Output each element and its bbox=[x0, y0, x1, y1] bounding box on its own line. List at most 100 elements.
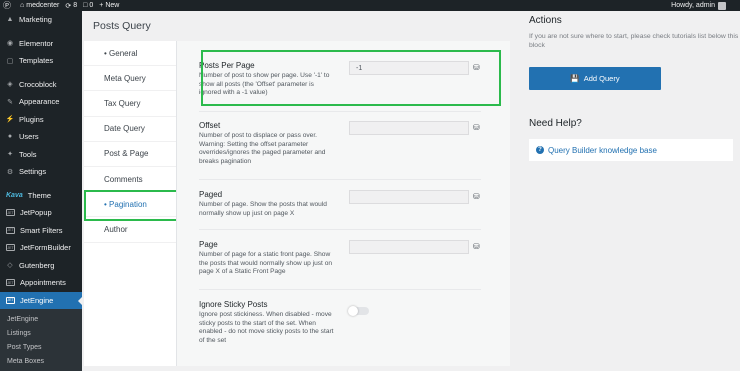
jet-icon: JET bbox=[6, 296, 15, 304]
wrench-icon: ✦ bbox=[7, 151, 13, 159]
greeting: Howdy, admin bbox=[671, 2, 715, 9]
sidebar-item-gutenberg[interactable]: ◇ Gutenberg bbox=[0, 257, 82, 275]
jet-icon: JET bbox=[6, 279, 15, 287]
sidebar-item-label: Users bbox=[19, 132, 39, 142]
field-description: Number of page for a static front page. … bbox=[199, 251, 333, 276]
save-icon: 💾 bbox=[570, 74, 580, 83]
tab-date-query[interactable]: Date Query bbox=[84, 117, 176, 142]
sidebar-item-label: Settings bbox=[19, 167, 47, 177]
database-icon[interactable]: ⛁ bbox=[473, 242, 482, 252]
field-description: Number of post to displace or pass over.… bbox=[199, 132, 326, 165]
crocoblock-icon: ◈ bbox=[7, 81, 13, 89]
home-icon: ⌂ bbox=[20, 2, 25, 9]
tab-general[interactable]: • General bbox=[84, 41, 176, 67]
help-link-label: Query Builder knowledge base bbox=[548, 145, 657, 155]
sidebar-item-jetformbuilder[interactable]: JET JetFormBuilder bbox=[0, 239, 82, 257]
paintbrush-icon: ✎ bbox=[7, 98, 13, 106]
field-description: Number of page. Show the posts that woul… bbox=[199, 201, 327, 217]
sidebar-item-label: JetEngine bbox=[20, 295, 54, 305]
database-icon[interactable]: ⛁ bbox=[473, 123, 482, 133]
sidebar-item-label: Theme bbox=[27, 190, 52, 200]
sidebar-item-tools[interactable]: ✦ Tools bbox=[0, 146, 82, 164]
sidebar-item-label: Elementor bbox=[19, 38, 54, 48]
tab-comments[interactable]: Comments bbox=[84, 167, 176, 193]
add-query-label: Add Query bbox=[583, 74, 620, 83]
sidebar-item-label: Smart Filters bbox=[20, 225, 63, 235]
submenu-item-meta-boxes[interactable]: Meta Boxes bbox=[0, 354, 82, 368]
actions-hint: If you are not sure where to start, plea… bbox=[529, 33, 739, 49]
page-field: Page Number of page for a static front p… bbox=[199, 240, 503, 277]
plug-icon: ⚡ bbox=[5, 116, 15, 124]
sidebar-item-marketing[interactable]: ▲ Marketing bbox=[0, 11, 82, 29]
sidebar-item-appointments[interactable]: JET Appointments bbox=[0, 274, 82, 292]
sidebar-item-crocoblock[interactable]: ◈ Crocoblock bbox=[0, 76, 82, 94]
megaphone-icon: ▲ bbox=[6, 16, 14, 24]
new-label: New bbox=[105, 2, 120, 9]
folder-icon: ▢ bbox=[6, 57, 14, 65]
sidebar-item-templates[interactable]: ▢ Templates bbox=[0, 52, 82, 70]
sidebar-item-label: Tools bbox=[19, 149, 37, 159]
settings-icon: ⚙ bbox=[6, 168, 14, 176]
wordpress-logo-icon[interactable]: Ⓟ bbox=[0, 0, 14, 11]
sidebar-item-label: Appearance bbox=[19, 97, 60, 107]
ignore-sticky-posts-field: Ignore Sticky Posts Ignore post stickine… bbox=[199, 300, 503, 345]
sidebar-item-plugins[interactable]: ⚡ Plugins bbox=[0, 111, 82, 129]
gutenberg-icon: ◇ bbox=[7, 262, 13, 270]
sidebar-item-theme[interactable]: Kava Theme bbox=[0, 187, 82, 205]
offset-input[interactable] bbox=[349, 121, 469, 135]
sidebar-item-appearance[interactable]: ✎ Appearance bbox=[0, 93, 82, 111]
query-panel: • General Meta Query Tax Query Date Quer… bbox=[84, 41, 510, 366]
jet-icon: JET bbox=[6, 209, 15, 217]
offset-field: Offset Number of post to displace or pas… bbox=[199, 121, 503, 166]
question-icon: ? bbox=[536, 146, 544, 154]
tab-post-and-page[interactable]: Post & Page bbox=[84, 142, 176, 167]
sidebar-item-label: Templates bbox=[19, 56, 54, 66]
updates-link[interactable]: ⟳ 8 bbox=[65, 2, 77, 10]
elementor-icon: ◉ bbox=[6, 40, 14, 48]
sidebar-item-label: Marketing bbox=[19, 15, 52, 25]
sidebar-item-users[interactable]: ● Users bbox=[0, 128, 82, 146]
sidebar-item-jetengine[interactable]: JET JetEngine bbox=[0, 291, 83, 309]
database-icon[interactable]: ⛁ bbox=[473, 192, 482, 202]
page-input[interactable] bbox=[349, 240, 469, 254]
user-icon: ● bbox=[7, 133, 13, 141]
tab-tax-query[interactable]: Tax Query bbox=[84, 91, 176, 117]
sidebar-item-label: JetPopup bbox=[20, 208, 52, 218]
sidebar-item-elementor[interactable]: ◉ Elementor bbox=[0, 35, 82, 53]
theme-logo-icon: Kava bbox=[6, 191, 23, 199]
updates-count: 8 bbox=[73, 2, 78, 9]
sidebar-item-label: Plugins bbox=[19, 114, 44, 124]
avatar bbox=[718, 1, 726, 10]
sidebar-item-label: JetFormBuilder bbox=[20, 243, 71, 253]
site-name: medcenter bbox=[26, 2, 60, 9]
add-query-button[interactable]: 💾 Add Query bbox=[529, 67, 661, 90]
ignore-sticky-posts-toggle[interactable] bbox=[348, 306, 369, 316]
site-name-link[interactable]: ⌂ medcenter bbox=[20, 2, 59, 9]
sidebar-item-label: Gutenberg bbox=[19, 260, 55, 270]
jet-icon: JET bbox=[6, 226, 15, 234]
tab-meta-query[interactable]: Meta Query bbox=[84, 66, 176, 92]
help-title: Need Help? bbox=[529, 118, 582, 129]
jetengine-submenu: JetEngine Listings Post Types Meta Boxes bbox=[0, 309, 82, 371]
jet-icon: JET bbox=[6, 244, 15, 252]
paged-input[interactable] bbox=[349, 190, 469, 204]
sidebar-item-settings[interactable]: ⚙ Settings bbox=[0, 163, 82, 181]
tab-author[interactable]: Author bbox=[84, 217, 176, 243]
page-title: Posts Query bbox=[93, 20, 151, 32]
help-link[interactable]: ? Query Builder knowledge base bbox=[529, 139, 733, 161]
account-menu[interactable]: Howdy, admin bbox=[671, 0, 726, 11]
toggle-knob bbox=[348, 306, 358, 316]
new-content-link[interactable]: + New bbox=[99, 2, 119, 9]
comments-link[interactable]: □ 0 bbox=[83, 2, 93, 9]
admin-sidebar: ▲ Marketing ◉ Elementor ▢ Templates ◈ Cr… bbox=[0, 11, 83, 371]
submenu-item-jetengine[interactable]: JetEngine bbox=[0, 312, 82, 326]
sidebar-item-jetpopup[interactable]: JET JetPopup bbox=[0, 204, 82, 222]
field-description: Ignore post stickiness. When disabled - … bbox=[199, 311, 334, 344]
comment-icon: □ bbox=[83, 2, 88, 9]
pagination-tab-highlight bbox=[84, 190, 186, 221]
submenu-item-listings[interactable]: Listings bbox=[0, 326, 82, 340]
sidebar-item-label: Crocoblock bbox=[19, 79, 57, 89]
sidebar-item-label: Appointments bbox=[20, 278, 66, 288]
sidebar-item-smart-filters[interactable]: JET Smart Filters bbox=[0, 222, 82, 240]
submenu-item-post-types[interactable]: Post Types bbox=[0, 340, 82, 354]
